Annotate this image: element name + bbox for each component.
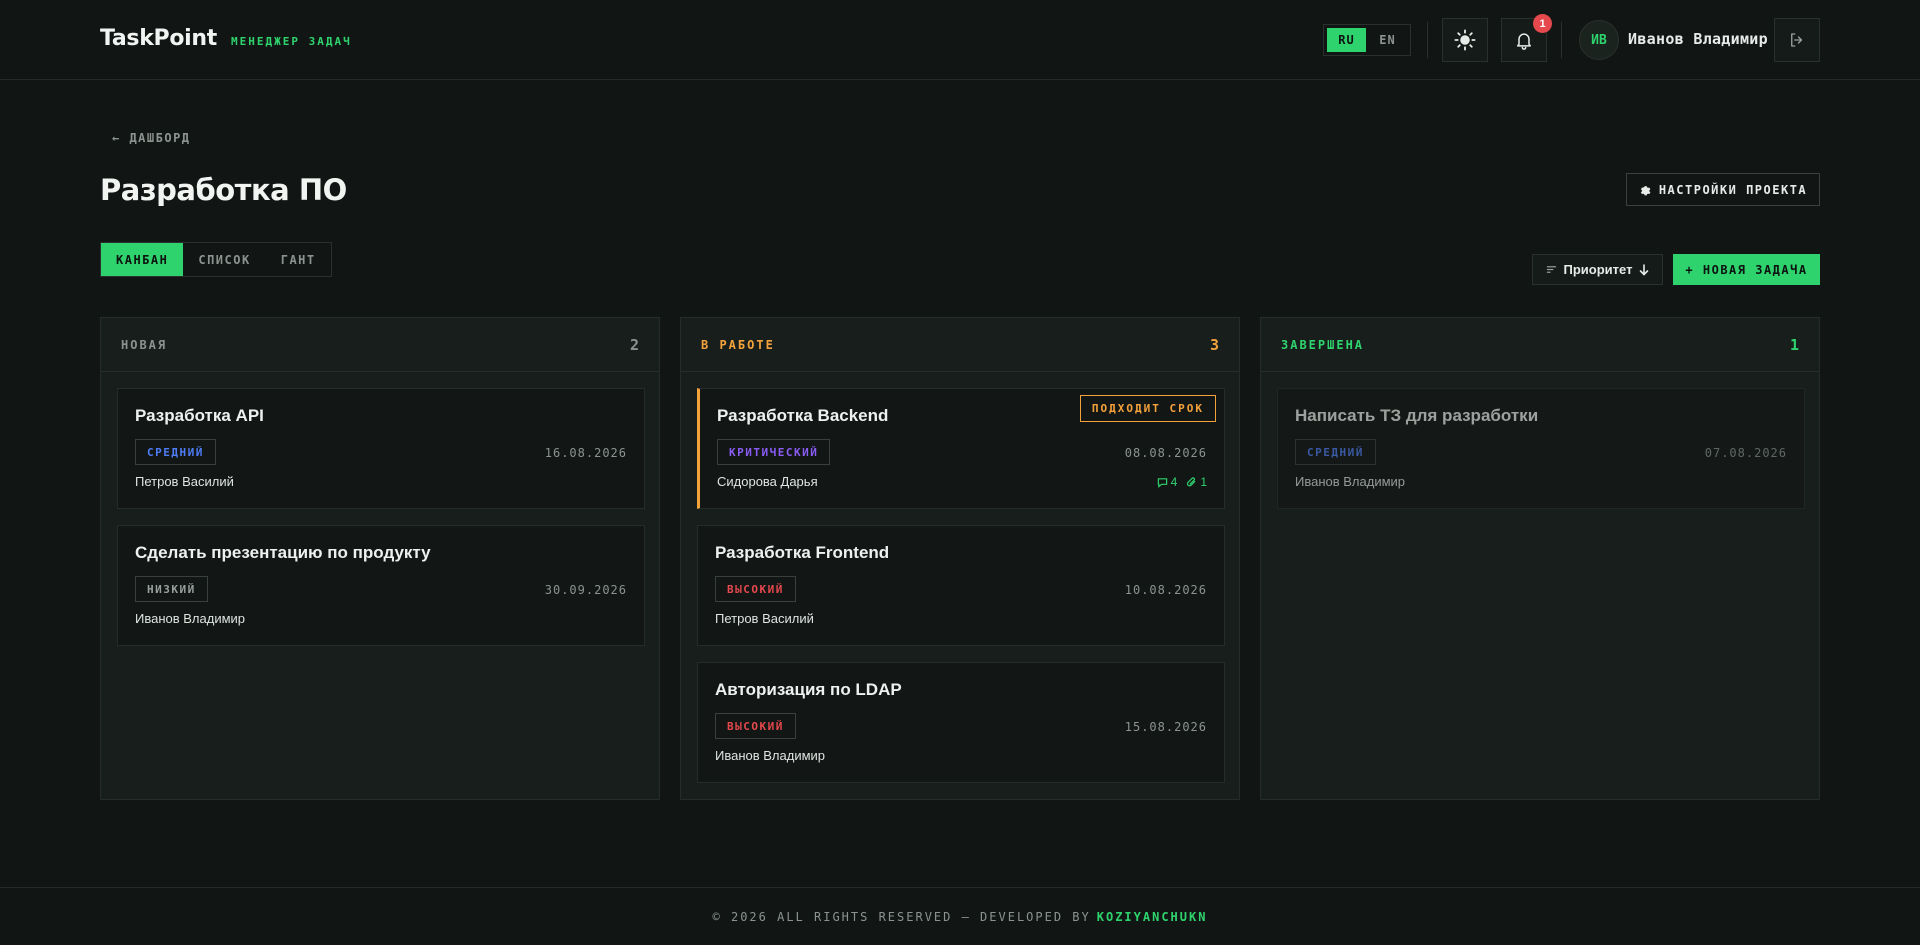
priority-badge: КРИТИЧЕСКИЙ (717, 439, 831, 465)
task-meta: 4 1 (1157, 475, 1207, 489)
language-switcher: RU EN (1323, 24, 1411, 56)
task-title: Сделать презентацию по продукту (135, 543, 431, 562)
priority-badge: СРЕДНИЙ (1295, 439, 1376, 465)
top-bar: TaskPoint МЕНЕДЖЕР ЗАДАЧ RU EN 1 ИВ Иван… (0, 0, 1920, 80)
task-card[interactable]: Написать ТЗ для разработки СРЕДНИЙ 07.08… (1277, 388, 1805, 509)
task-card[interactable]: Разработка API СРЕДНИЙ 16.08.2026 Петров… (117, 388, 645, 509)
column-header: В РАБОТЕ 3 (681, 318, 1239, 372)
language-en-button[interactable]: EN (1368, 28, 1407, 52)
priority-badge: ВЫСОКИЙ (715, 713, 796, 739)
deadline-warning-badge: ПОДХОДИТ СРОК (1079, 395, 1216, 422)
column-count: 2 (629, 335, 639, 354)
footer-copyright: © 2026 ALL RIGHTS RESERVED — DEVELOPED B… (712, 909, 1091, 924)
column-title: В РАБОТЕ (701, 337, 775, 352)
task-title: Написать ТЗ для разработки (1295, 406, 1539, 425)
comments-count: 4 (1157, 475, 1177, 489)
page-title: Разработка ПО (100, 173, 347, 207)
sort-icon (1546, 266, 1556, 273)
avatar[interactable]: ИВ (1579, 20, 1619, 60)
column-count: 3 (1209, 335, 1219, 354)
task-card[interactable]: Авторизация по LDAP ВЫСОКИЙ 15.08.2026 И… (697, 662, 1225, 783)
tab-gantt[interactable]: ГАНТ (266, 243, 331, 276)
task-due-date: 08.08.2026 (1124, 446, 1207, 460)
attachments-count: 1 (1186, 475, 1207, 489)
task-card[interactable]: Разработка Backend ПОДХОДИТ СРОК КРИТИЧЕ… (697, 388, 1225, 509)
task-assignee: Иванов Владимир (1295, 474, 1406, 489)
sort-label: Приоритет (1563, 262, 1633, 277)
task-assignee: Иванов Владимир (135, 611, 246, 626)
user-name[interactable]: Иванов Владимир (1628, 30, 1768, 48)
notification-count-badge: 1 (1533, 14, 1552, 33)
brand[interactable]: TaskPoint МЕНЕДЖЕР ЗАДАЧ (100, 26, 352, 51)
task-assignee: Сидорова Дарья (717, 474, 818, 489)
priority-badge: НИЗКИЙ (135, 576, 208, 602)
task-title: Разработка API (135, 406, 264, 425)
view-switcher: КАНБАН СПИСОК ГАНТ (100, 242, 332, 277)
sort-priority-button[interactable]: Приоритет (1532, 254, 1663, 285)
kanban-column-in-progress: В РАБОТЕ 3 Разработка Backend ПОДХОДИТ С… (680, 317, 1240, 800)
project-settings-button[interactable]: НАСТРОЙКИ ПРОЕКТА (1626, 173, 1820, 206)
tab-list[interactable]: СПИСОК (183, 243, 265, 276)
task-due-date: 10.08.2026 (1124, 583, 1207, 597)
kanban-column-new: НОВАЯ 2 Разработка API СРЕДНИЙ 16.08.202… (100, 317, 660, 800)
column-count: 1 (1789, 335, 1799, 354)
header-divider (1561, 22, 1562, 58)
column-title: НОВАЯ (121, 337, 168, 352)
notifications-button[interactable]: 1 (1501, 14, 1552, 62)
priority-badge: СРЕДНИЙ (135, 439, 216, 465)
task-due-date: 07.08.2026 (1704, 446, 1787, 460)
task-due-date: 15.08.2026 (1124, 720, 1207, 734)
task-title: Разработка Frontend (715, 543, 890, 562)
kanban-column-done: ЗАВЕРШЕНА 1 Написать ТЗ для разработки С… (1260, 317, 1820, 800)
task-due-date: 30.09.2026 (544, 583, 627, 597)
task-assignee: Иванов Владимир (715, 748, 826, 763)
comment-icon (1157, 477, 1167, 488)
footer-developer-link[interactable]: KOZIYANCHUKN (1097, 910, 1208, 924)
task-due-date: 16.08.2026 (544, 446, 627, 460)
paperclip-icon (1187, 477, 1196, 487)
gear-icon (1640, 185, 1651, 195)
language-ru-button[interactable]: RU (1327, 28, 1366, 52)
bell-icon (1517, 33, 1531, 50)
task-card[interactable]: Сделать презентацию по продукту НИЗКИЙ 3… (117, 525, 645, 646)
column-header: НОВАЯ 2 (101, 318, 659, 372)
task-title: Разработка Backend (717, 406, 889, 425)
footer: © 2026 ALL RIGHTS RESERVED — DEVELOPED B… (0, 887, 1920, 945)
sun-icon (1454, 29, 1476, 51)
logout-icon (1791, 33, 1803, 47)
task-assignee: Петров Василий (715, 611, 814, 626)
brand-subtitle: МЕНЕДЖЕР ЗАДАЧ (231, 35, 352, 48)
new-task-button[interactable]: + НОВАЯ ЗАДАЧА (1673, 254, 1820, 285)
tab-kanban[interactable]: КАНБАН (101, 243, 184, 276)
arrow-down-icon (1640, 263, 1649, 276)
task-assignee: Петров Василий (135, 474, 234, 489)
back-to-dashboard-link[interactable]: ← ДАШБОРД (112, 131, 191, 145)
theme-toggle-button[interactable] (1442, 18, 1488, 62)
column-title: ЗАВЕРШЕНА (1281, 337, 1365, 352)
task-card[interactable]: Разработка Frontend ВЫСОКИЙ 10.08.2026 П… (697, 525, 1225, 646)
brand-name: TaskPoint (100, 26, 218, 51)
logout-button[interactable] (1774, 18, 1820, 62)
column-header: ЗАВЕРШЕНА 1 (1261, 318, 1819, 372)
priority-badge: ВЫСОКИЙ (715, 576, 796, 602)
project-settings-label: НАСТРОЙКИ ПРОЕКТА (1658, 182, 1808, 197)
task-title: Авторизация по LDAP (715, 680, 902, 699)
header-divider (1427, 22, 1428, 58)
